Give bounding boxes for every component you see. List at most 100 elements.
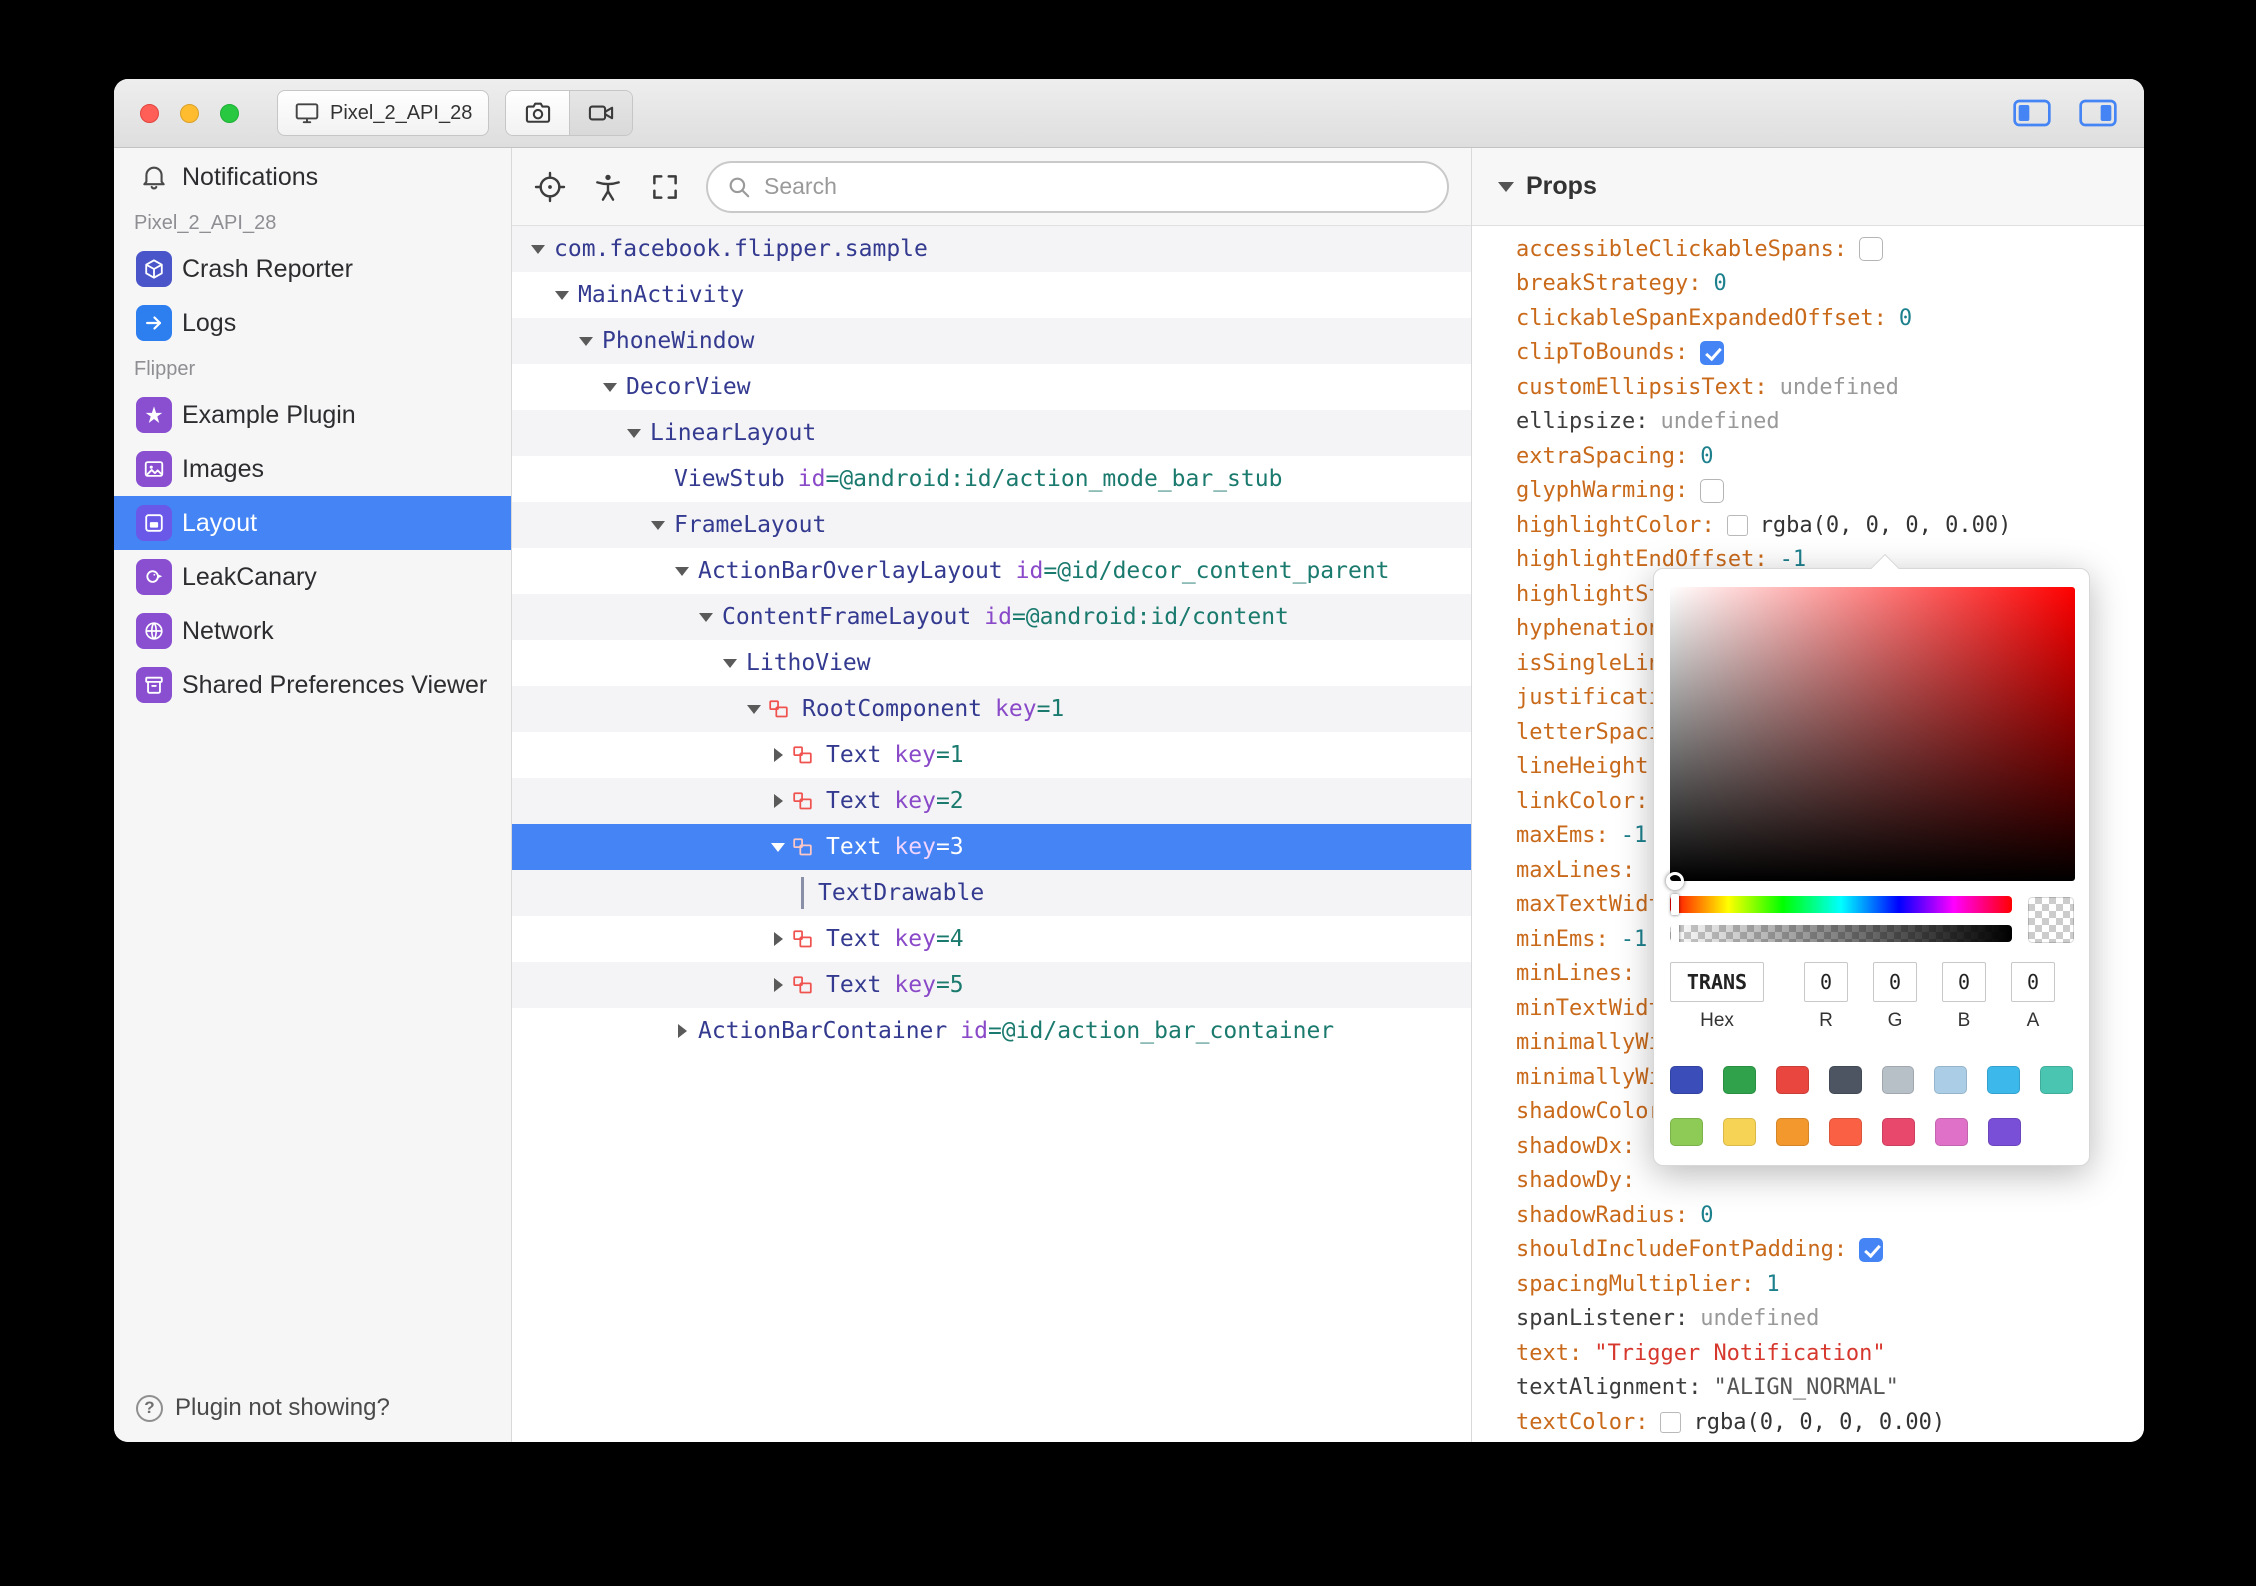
screen-record-button[interactable] bbox=[569, 91, 633, 135]
tree-node-row[interactable]: PhoneWindow bbox=[512, 318, 1471, 364]
chevron-down-icon[interactable] bbox=[651, 520, 665, 530]
chevron-down-icon[interactable] bbox=[723, 658, 737, 668]
props-header[interactable]: Props bbox=[1472, 148, 2144, 226]
prop-row[interactable]: text "Trigger Notification" bbox=[1516, 1336, 2144, 1371]
tree-node-row[interactable]: Text key=4 bbox=[512, 916, 1471, 962]
prop-row[interactable]: shadowDy bbox=[1516, 1164, 2144, 1199]
prop-row[interactable]: ellipsize undefined bbox=[1516, 405, 2144, 440]
tree-node-row[interactable]: LinearLayout bbox=[512, 410, 1471, 456]
accessibility-mode-button[interactable] bbox=[592, 171, 624, 203]
sidebar-item-images[interactable]: Images bbox=[114, 442, 511, 496]
tree-node-row[interactable]: Text key=5 bbox=[512, 962, 1471, 1008]
sidebar-item-shared-preferences-viewer[interactable]: Shared Preferences Viewer bbox=[114, 658, 511, 712]
chevron-right-icon[interactable] bbox=[773, 794, 783, 808]
sidebar-item-notifications[interactable]: Notifications bbox=[114, 150, 511, 204]
tree-node-row[interactable]: TextDrawable bbox=[512, 870, 1471, 916]
prop-checkbox[interactable] bbox=[1859, 237, 1884, 262]
color-swatch[interactable] bbox=[1775, 1066, 1809, 1094]
hue-slider[interactable] bbox=[1670, 894, 2012, 915]
color-swatch[interactable] bbox=[1988, 1118, 2021, 1146]
tree-node-row[interactable]: RootComponent key=1 bbox=[512, 686, 1471, 732]
chevron-down-icon[interactable] bbox=[627, 428, 641, 438]
chevron-down-icon[interactable] bbox=[771, 842, 785, 852]
target-mode-button[interactable] bbox=[534, 171, 566, 203]
tree-node-row[interactable]: com.facebook.flipper.sample bbox=[512, 226, 1471, 272]
prop-checkbox[interactable] bbox=[1700, 340, 1725, 365]
prop-row[interactable]: highlightColor rgba(0, 0, 0, 0.00) bbox=[1516, 508, 2144, 543]
color-swatch[interactable] bbox=[1987, 1066, 2021, 1094]
color-swatch[interactable] bbox=[1935, 1118, 1968, 1146]
color-swatch[interactable] bbox=[1670, 1118, 1703, 1146]
hex-input[interactable] bbox=[1670, 962, 1764, 1002]
tree-node-row[interactable]: DecorView bbox=[512, 364, 1471, 410]
red-input[interactable] bbox=[1804, 962, 1848, 1002]
tree-node-row[interactable]: Text key=3 bbox=[512, 824, 1471, 870]
chevron-right-icon[interactable] bbox=[773, 932, 783, 946]
prop-row[interactable]: shouldIncludeFontPadding bbox=[1516, 1233, 2144, 1268]
color-swatch[interactable] bbox=[1723, 1118, 1756, 1146]
toggle-right-sidebar-button[interactable] bbox=[2078, 97, 2118, 129]
chevron-down-icon[interactable] bbox=[579, 336, 593, 346]
device-selector-button[interactable]: Pixel_2_API_28 bbox=[277, 90, 490, 136]
tree-node-row[interactable]: ContentFrameLayout id=@android:id/content bbox=[512, 594, 1471, 640]
prop-row[interactable]: textAlignment "ALIGN_NORMAL" bbox=[1516, 1371, 2144, 1406]
color-swatch[interactable] bbox=[1776, 1118, 1809, 1146]
minimize-button[interactable] bbox=[180, 103, 199, 123]
chevron-right-icon[interactable] bbox=[677, 1024, 687, 1038]
sidebar-item-logs[interactable]: Logs bbox=[114, 296, 511, 350]
prop-row[interactable]: accessibleClickableSpans bbox=[1516, 232, 2144, 267]
color-swatch[interactable] bbox=[1934, 1066, 1968, 1094]
blue-input[interactable] bbox=[1942, 962, 1986, 1002]
close-button[interactable] bbox=[140, 103, 159, 123]
sidebar-item-crash-reporter[interactable]: Crash Reporter bbox=[114, 242, 511, 296]
sidebar-item-leakcanary[interactable]: LeakCanary bbox=[114, 550, 511, 604]
color-swatch[interactable] bbox=[1722, 1066, 1756, 1094]
chevron-right-icon[interactable] bbox=[773, 748, 783, 762]
prop-row[interactable]: shadowRadius 0 bbox=[1516, 1198, 2144, 1233]
tree-node-row[interactable]: ActionBarOverlayLayout id=@id/decor_conte… bbox=[512, 548, 1471, 594]
screenshot-button[interactable] bbox=[506, 91, 570, 135]
prop-row[interactable]: textColor rgba(0, 0, 0, 0.00) bbox=[1516, 1405, 2144, 1440]
chevron-down-icon[interactable] bbox=[555, 290, 569, 300]
prop-row[interactable]: spanListener undefined bbox=[1516, 1302, 2144, 1337]
color-swatch[interactable] bbox=[1881, 1066, 1915, 1094]
plugin-not-showing-link[interactable]: ? Plugin not showing? bbox=[136, 1394, 390, 1422]
expand-all-button[interactable] bbox=[650, 172, 680, 202]
prop-row[interactable]: breakStrategy 0 bbox=[1516, 267, 2144, 302]
color-swatch[interactable] bbox=[1829, 1118, 1862, 1146]
toggle-left-sidebar-button[interactable] bbox=[2012, 97, 2052, 129]
color-swatch[interactable] bbox=[1882, 1118, 1915, 1146]
prop-row[interactable]: customEllipsisText undefined bbox=[1516, 370, 2144, 405]
tree-node-row[interactable]: Text key=2 bbox=[512, 778, 1471, 824]
chevron-down-icon[interactable] bbox=[675, 566, 689, 576]
sidebar-item-layout[interactable]: Layout bbox=[114, 496, 511, 550]
chevron-down-icon[interactable] bbox=[699, 612, 713, 622]
color-swatch[interactable] bbox=[2040, 1066, 2073, 1094]
prop-row[interactable]: clickableSpanExpandedOffset 0 bbox=[1516, 301, 2144, 336]
chevron-down-icon[interactable] bbox=[603, 382, 617, 392]
alpha-input[interactable] bbox=[2011, 962, 2055, 1002]
chevron-down-icon[interactable] bbox=[531, 244, 545, 254]
chevron-right-icon[interactable] bbox=[773, 978, 783, 992]
sidebar-item-example-plugin[interactable]: Example Plugin bbox=[114, 388, 511, 442]
search-input[interactable] bbox=[764, 173, 1429, 200]
prop-row[interactable]: spacingMultiplier 1 bbox=[1516, 1267, 2144, 1302]
zoom-button[interactable] bbox=[220, 103, 239, 123]
color-swatch[interactable] bbox=[1828, 1066, 1862, 1094]
color-swatch[interactable] bbox=[1670, 1066, 1703, 1094]
titlebar[interactable]: Pixel_2_API_28 bbox=[114, 79, 2144, 148]
sidebar-item-network[interactable]: Network bbox=[114, 604, 511, 658]
tree-node-row[interactable]: ActionBarContainer id=@id/action_bar_cont… bbox=[512, 1008, 1471, 1054]
alpha-slider-thumb[interactable] bbox=[1671, 925, 1679, 942]
tree-node-row[interactable]: ViewStub id=@android:id/action_mode_bar_s… bbox=[512, 456, 1471, 502]
prop-checkbox[interactable] bbox=[1859, 1237, 1884, 1262]
prop-checkbox[interactable] bbox=[1700, 478, 1725, 503]
tree-node-row[interactable]: Text key=1 bbox=[512, 732, 1471, 778]
chevron-down-icon[interactable] bbox=[747, 704, 761, 714]
saturation-cursor[interactable] bbox=[1666, 872, 1684, 890]
tree-node-row[interactable]: FrameLayout bbox=[512, 502, 1471, 548]
prop-color-swatch-button[interactable] bbox=[1726, 514, 1748, 536]
prop-row[interactable]: extraSpacing 0 bbox=[1516, 439, 2144, 474]
tree-node-row[interactable]: LithoView bbox=[512, 640, 1471, 686]
prop-color-swatch-button[interactable] bbox=[1660, 1411, 1682, 1433]
